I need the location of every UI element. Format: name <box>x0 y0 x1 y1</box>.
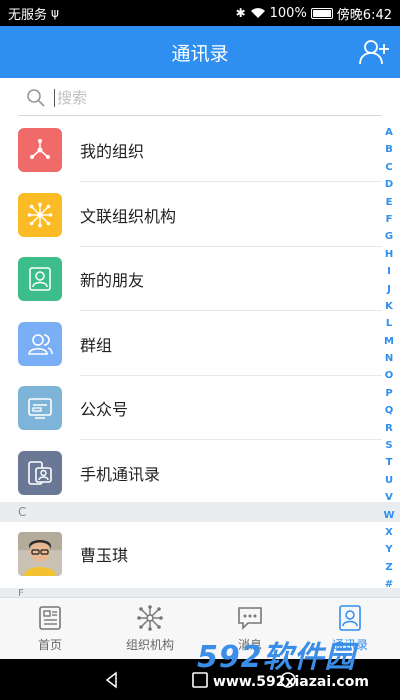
search-icon <box>27 88 45 107</box>
menu-item-label: 手机通讯录 <box>80 464 161 484</box>
alphabet-letter[interactable]: A <box>385 124 393 141</box>
status-bar: 无服务 ψ ✱ 100% 傍晚6:42 <box>0 0 400 26</box>
alphabet-letter[interactable]: Y <box>385 541 392 558</box>
alphabet-letter[interactable]: G <box>385 228 393 245</box>
network-icon <box>18 192 62 237</box>
tab-org-structure[interactable]: 组织机构 <box>100 598 200 659</box>
page-title: 通讯录 <box>171 42 229 65</box>
contact-row[interactable]: 曹玉琪 <box>0 522 382 586</box>
menu-item-label: 我的组织 <box>80 142 145 161</box>
tab-org-structure-label: 组织机构 <box>125 638 174 652</box>
alphabet-letter[interactable]: S <box>385 437 392 454</box>
alphabet-letter[interactable]: B <box>385 141 393 158</box>
alphabet-letter[interactable]: X <box>385 524 393 541</box>
add-contact-icon[interactable] <box>358 36 390 68</box>
alphabet-index[interactable]: A B C D E F G H I J K L M N O P Q R S T U V W X Y Z # <box>382 124 396 594</box>
menu-item-network[interactable]: 文联组织机构 <box>0 183 382 247</box>
alphabet-letter[interactable]: N <box>385 350 393 367</box>
watermark: 592软件园 www.592xiazai.com <box>193 628 398 698</box>
menu-item-label: 公众号 <box>80 400 129 419</box>
menu-item-person[interactable]: 新的朋友 <box>0 247 382 311</box>
watermark-url: www.592xiazai.com <box>213 674 369 690</box>
search-bar[interactable] <box>18 80 382 116</box>
org-structure-icon <box>137 605 163 631</box>
alphabet-letter[interactable]: U <box>385 472 393 489</box>
alphabet-letter[interactable]: V <box>385 489 393 506</box>
alphabet-letter[interactable]: H <box>385 246 393 263</box>
group-icon <box>18 321 62 366</box>
menu-item-label: 新的朋友 <box>80 271 145 290</box>
carrier-text: 无服务 <box>8 7 48 23</box>
alphabet-letter[interactable]: D <box>385 176 393 193</box>
section-header-c: C <box>0 502 400 522</box>
alphabet-letter[interactable]: # <box>385 576 393 593</box>
home-icon <box>39 606 61 630</box>
alphabet-letter[interactable]: E <box>386 194 393 211</box>
menu-item-group[interactable]: 群组 <box>0 312 382 376</box>
alphabet-letter[interactable]: F <box>386 211 393 228</box>
usb-icon: ψ <box>51 6 59 20</box>
tab-home-label: 首页 <box>37 638 62 652</box>
back-button-icon[interactable] <box>103 670 121 689</box>
alphabet-letter[interactable]: T <box>386 454 393 471</box>
wifi-icon <box>250 8 265 18</box>
alphabet-letter[interactable]: L <box>386 315 392 332</box>
alphabet-letter[interactable]: J <box>387 281 391 298</box>
menu-item-phone-contacts[interactable]: 手机通讯录 <box>0 441 382 505</box>
battery-percent: 100% <box>269 5 307 21</box>
organization-icon <box>18 128 62 172</box>
person-icon <box>18 257 62 301</box>
alphabet-letter[interactable]: Z <box>385 559 392 576</box>
phone-contacts-icon <box>18 450 62 495</box>
avatar <box>18 532 62 576</box>
official-account-icon <box>18 386 62 430</box>
tab-home[interactable]: 首页 <box>0 598 100 659</box>
alphabet-letter[interactable]: O <box>385 367 394 384</box>
alphabet-letter[interactable]: P <box>385 385 392 402</box>
search-input[interactable] <box>57 88 337 107</box>
menu-item-label: 文联组织机构 <box>80 206 177 226</box>
alphabet-letter[interactable]: I <box>387 263 391 280</box>
alphabet-letter[interactable]: W <box>383 507 394 524</box>
menu-item-label: 群组 <box>80 335 113 355</box>
app-header: 通讯录 <box>0 26 400 78</box>
alphabet-letter[interactable]: M <box>384 333 394 350</box>
watermark-brand: 592软件园 <box>197 640 356 675</box>
menu-item-official-account[interactable]: 公众号 <box>0 376 382 440</box>
menu-item-organization[interactable]: 我的组织 <box>0 118 382 182</box>
bluetooth-icon: ✱ <box>235 6 246 20</box>
contact-name: 曹玉琪 <box>80 546 129 565</box>
clock: 傍晚6:42 <box>336 7 392 23</box>
text-cursor <box>54 88 55 107</box>
alphabet-letter[interactable]: C <box>385 159 392 176</box>
battery-icon <box>310 7 333 19</box>
alphabet-letter[interactable]: Q <box>385 402 394 419</box>
alphabet-letter[interactable]: R <box>385 420 393 437</box>
alphabet-letter[interactable]: K <box>385 298 393 315</box>
